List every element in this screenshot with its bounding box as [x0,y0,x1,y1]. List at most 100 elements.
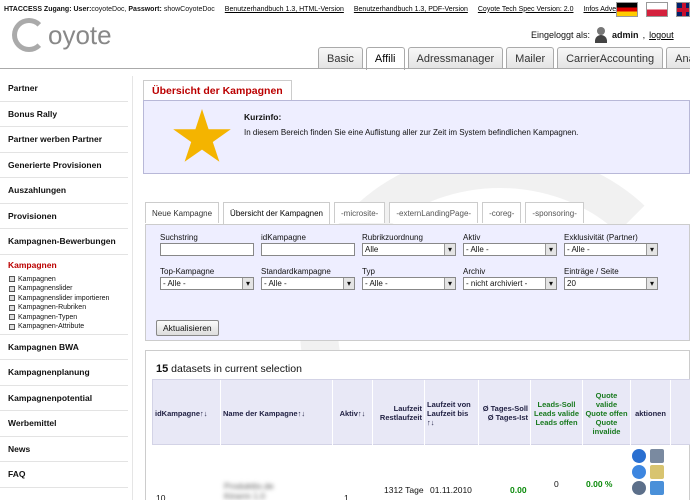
coyote-logo: oyote [12,16,124,52]
eintraege-select[interactable]: 20 [564,277,658,290]
sidebar-divider [132,76,133,500]
username: admin [612,30,639,40]
tab-mailer[interactable]: Mailer [506,47,555,69]
sidebar-item-kampagnen-bewerbungen[interactable]: Kampagnen-Bewerbungen [0,229,128,255]
sidebar-item-bonus-rally[interactable]: Bonus Rally [0,102,128,127]
results-panel: 15 datasets in current selection idKampa… [145,350,690,500]
tab-adressmanager[interactable]: Adressmanager [407,47,504,69]
exklusivitaet-select[interactable]: - Alle - [564,243,658,256]
page-icon [9,304,15,311]
header-idkampagne[interactable]: idKampagne↑↓ [153,380,221,446]
tab-carrieraccounting[interactable]: CarrierAccounting [557,47,664,69]
sidebar-item-auszahlungen[interactable]: Auszahlungen [0,178,128,204]
sidebar: Partner Bonus Rally Partner werben Partn… [0,76,128,488]
polish-flag-icon[interactable] [646,2,668,17]
globe-icon[interactable] [632,465,646,479]
typ-select[interactable]: - Alle - [362,277,456,290]
page-icon [9,276,15,283]
english-flag-icon[interactable] [676,2,690,17]
header-laufzeit-von-bis[interactable]: Laufzeit von Laufzeit bis ↑↓ [425,380,479,446]
tab-coreg[interactable]: -coreg- [482,202,522,223]
filter-archiv: Archiv - nicht archiviert - [463,267,557,290]
tab-sponsoring[interactable]: -sponsoring- [525,202,584,223]
standardkampagne-select[interactable]: - Alle - [261,277,355,290]
sidebar-item-kampagnen[interactable]: Kampagnen [0,255,128,275]
main-content: Übersicht der Kampagnen Kurzinfo: In die… [143,80,690,500]
chart-icon[interactable] [632,481,646,495]
filter-form: Suchstring idKampagne Rubrikzuordnung Al… [145,224,690,341]
tech-spec-link[interactable]: Coyote Tech Spec Version: 2.0 [478,6,574,13]
sidebar-item-partner[interactable]: Partner [0,76,128,102]
filter-top-kampagne: Top-Kampagne - Alle - [160,267,254,290]
tab-microsite[interactable]: -microsite- [334,202,386,223]
logo-text: oyote [48,20,112,50]
sidebar-item-news[interactable]: News [0,437,128,462]
cell-name[interactable]: Produkttix.de [224,481,274,491]
cell-laufzeit: 1312 Tage [384,485,424,495]
filter-rubrik: Rubrikzuordnung Alle [362,233,456,256]
table-header: idKampagne↑↓ Name der Kampagne↑↓ Aktiv↑↓… [152,379,690,446]
htaccess-info: HTACCESS Zugang: User:coyoteDoc, Passwor… [4,5,215,13]
sidebar-item-kampagnen-bwa[interactable]: Kampagnen BWA [0,335,128,360]
sub-tabs: Neue Kampagne Übersicht der Kampagnen -m… [145,202,584,224]
logo-circle-icon [12,18,46,52]
edit-icon[interactable] [650,481,664,495]
sidebar-item-kampagnenpotential[interactable]: Kampagnenpotential [0,386,128,411]
page-title: Übersicht der Kampagnen [143,80,292,102]
user-icon [594,27,608,43]
info-text: In diesem Bereich finden Sie eine Auflis… [244,128,579,137]
filter-standardkampagne: Standardkampagne - Alle - [261,267,355,290]
sidebar-item-generierte-provisionen[interactable]: Generierte Provisionen [0,153,128,178]
main-tabs: Basic Affili Adressmanager Mailer Carrie… [318,47,690,70]
result-count: 15 datasets in current selection [156,363,302,375]
header-leads: Leads-Soll Leads valide Leads offen [531,380,583,446]
header-quote: Quote valide Quote offen Quote invalide [583,380,631,446]
cell-quote: 0.00 % [586,479,613,489]
cell-leads: 0 [554,479,559,489]
language-switcher [616,2,690,17]
german-flag-icon[interactable] [616,2,638,17]
sidebar-subitem[interactable]: Kampagnen [0,275,128,285]
suchstring-input[interactable] [160,243,254,256]
sidebar-subitem[interactable]: Kampagnen-Typen [0,313,128,323]
sidebar-item-provisionen[interactable]: Provisionen [0,204,128,229]
cell-tages-soll: 0.00 [510,485,527,495]
filter-eintraege: Einträge / Seite 20 [564,267,658,290]
tab-divider [0,68,690,69]
archiv-select[interactable]: - nicht archiviert - [463,277,557,290]
sidebar-subitem[interactable]: Kampagnen-Rubriken [0,303,128,313]
info-icon[interactable] [632,449,646,463]
tab-basic[interactable]: Basic [318,47,363,69]
sidebar-item-kampagnenplanung[interactable]: Kampagnenplanung [0,360,128,386]
tab-extern-landing-page[interactable]: -externLandingPage- [389,202,479,223]
manual-pdf-link[interactable]: Benutzerhandbuch 1.3, PDF-Version [354,6,468,13]
aktiv-select[interactable]: - Alle - [463,243,557,256]
tab-analysis[interactable]: Analys [666,47,690,69]
tab-uebersicht[interactable]: Übersicht der Kampagnen [223,202,330,224]
wrench-icon[interactable] [650,449,664,463]
sidebar-item-werbemittel[interactable]: Werbemittel [0,411,128,437]
copy-icon[interactable] [650,465,664,479]
star-icon [173,109,231,162]
sidebar-subitem[interactable]: Kampagnenslider importieren [0,294,128,304]
sidebar-subitem[interactable]: Kampagnen-Attribute [0,322,128,332]
header-aktiv[interactable]: Aktiv↑↓ [333,380,373,446]
rubrik-select[interactable]: Alle [362,243,456,256]
filter-aktiv: Aktiv - Alle - [463,233,557,256]
idkampagne-input[interactable] [261,243,355,256]
sidebar-submenu: Kampagnen Kampagnenslider Kampagnenslide… [0,275,128,335]
logout-link[interactable]: logout [649,30,674,40]
cell-start: 01.11.2010 [430,485,472,495]
tab-affili[interactable]: Affili [365,47,405,70]
page-icon [9,285,15,292]
tab-neue-kampagne[interactable]: Neue Kampagne [145,202,220,223]
top-kampagne-select[interactable]: - Alle - [160,277,254,290]
aktualisieren-button[interactable]: Aktualisieren [156,320,219,336]
header-laufzeit: Laufzeit Restlaufzeit [373,380,425,446]
sidebar-subitem[interactable]: Kampagnenslider [0,284,128,294]
page-icon [9,314,15,321]
header-name[interactable]: Name der Kampagne↑↓ [221,380,333,446]
sidebar-item-partner-werben[interactable]: Partner werben Partner [0,127,128,153]
sidebar-item-faq[interactable]: FAQ [0,462,128,488]
manual-html-link[interactable]: Benutzerhandbuch 1.3, HTML-Version [225,6,344,13]
